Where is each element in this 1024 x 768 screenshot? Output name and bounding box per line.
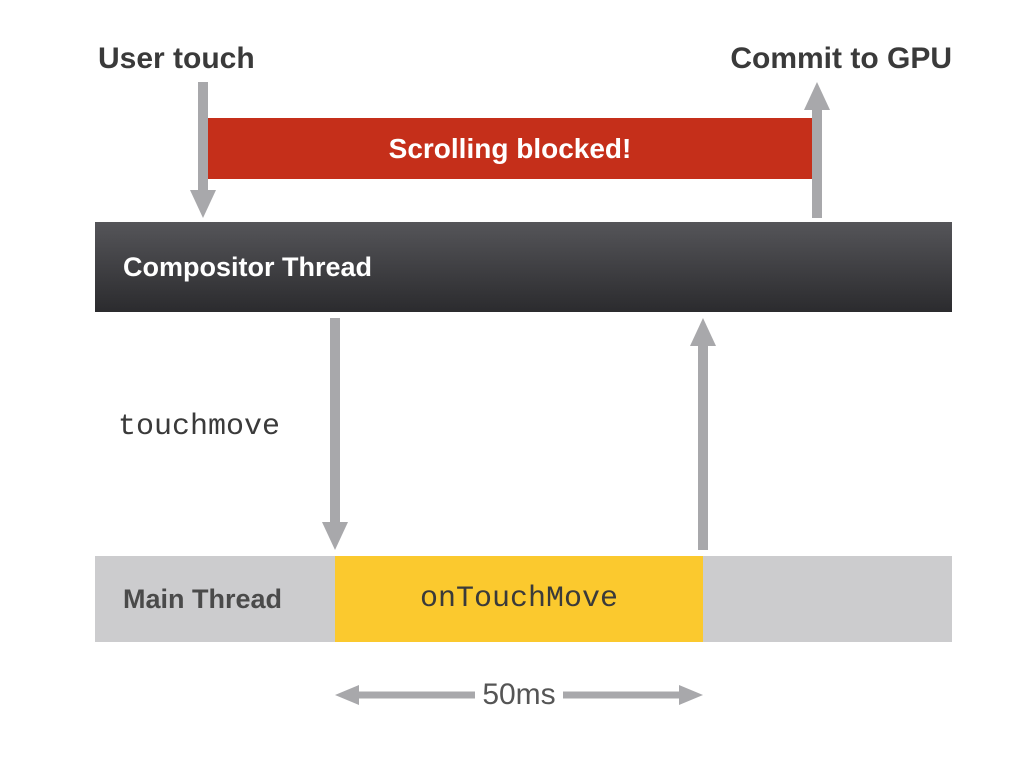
timing-label: 50ms bbox=[475, 678, 563, 712]
arrow-up-commit-gpu bbox=[804, 82, 830, 218]
on-touch-move-segment: onTouchMove bbox=[335, 556, 703, 642]
diagram-stage: User touch Commit to GPU Scrolling block… bbox=[0, 0, 1024, 768]
arrow-down-compositor-to-main bbox=[322, 318, 348, 550]
compositor-thread-label: Compositor Thread bbox=[123, 252, 372, 283]
compositor-thread-bar: Compositor Thread bbox=[95, 222, 952, 312]
scrolling-blocked-bar: Scrolling blocked! bbox=[203, 118, 817, 179]
on-touch-move-label: onTouchMove bbox=[420, 582, 618, 616]
arrow-down-user-touch bbox=[190, 82, 216, 218]
commit-gpu-label: Commit to GPU bbox=[730, 42, 952, 76]
main-thread-bar: Main Thread onTouchMove bbox=[95, 556, 952, 642]
main-thread-label: Main Thread bbox=[123, 584, 282, 615]
arrow-up-main-to-compositor bbox=[690, 318, 716, 550]
user-touch-label: User touch bbox=[98, 42, 255, 76]
touchmove-label: touchmove bbox=[118, 410, 280, 444]
